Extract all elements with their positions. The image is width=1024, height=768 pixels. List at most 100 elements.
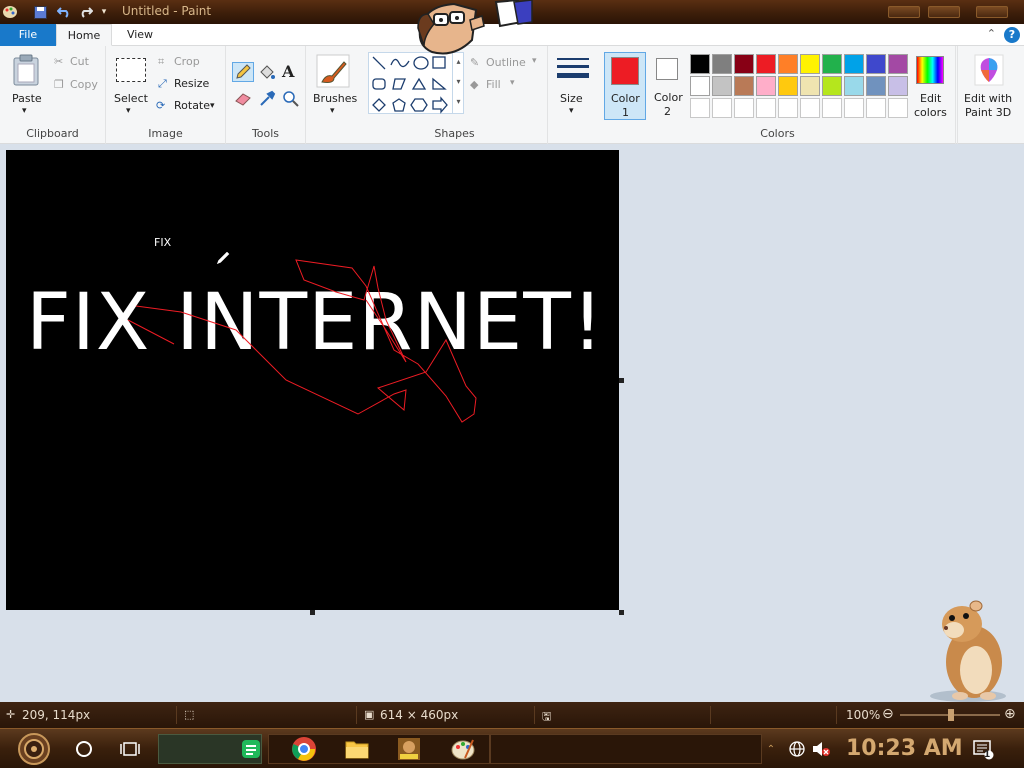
resize-button[interactable]: Resize (174, 77, 209, 90)
paint-app-icon[interactable] (2, 3, 18, 21)
palette-swatch[interactable] (712, 54, 732, 74)
palette-swatch[interactable] (888, 54, 908, 74)
palette-swatch[interactable] (734, 76, 754, 96)
volume-muted-icon[interactable] (810, 733, 832, 765)
maximize-button[interactable] (928, 6, 960, 18)
taskbar-app-paint[interactable] (448, 733, 478, 765)
select-button[interactable]: Select (114, 92, 148, 105)
brushes-button[interactable]: Brushes (313, 92, 357, 105)
color-picker-icon[interactable] (258, 90, 276, 108)
shapes-gallery[interactable] (368, 52, 464, 114)
paint3d-icon[interactable] (974, 54, 1004, 86)
palette-swatch[interactable] (800, 54, 820, 74)
taskbar-app-bonzi[interactable] (394, 733, 424, 765)
palette-swatch[interactable] (888, 76, 908, 96)
rotate-button[interactable]: Rotate (174, 99, 210, 112)
save-icon[interactable] (32, 3, 48, 21)
redo-icon[interactable] (78, 3, 94, 21)
task-view-button[interactable] (116, 733, 144, 765)
brushes-dropdown-icon[interactable]: ▾ (330, 106, 335, 116)
tab-file[interactable]: File (0, 24, 56, 46)
search-button[interactable] (70, 733, 98, 765)
zoom-out-icon[interactable]: ⊖ (882, 706, 894, 722)
palette-custom-slot[interactable] (866, 98, 886, 118)
pencil-tool[interactable] (232, 62, 254, 82)
brushes-icon[interactable] (316, 54, 350, 88)
zoom-in-icon[interactable]: ⊕ (1004, 706, 1016, 722)
magnifier-icon[interactable] (282, 90, 300, 108)
palette-custom-slot[interactable] (888, 98, 908, 118)
color1-selector[interactable]: Color 1 (604, 52, 646, 120)
text-tool-icon[interactable]: A (282, 62, 294, 81)
paste-icon[interactable] (12, 54, 40, 86)
palette-custom-slot[interactable] (844, 98, 864, 118)
palette-swatch[interactable] (844, 54, 864, 74)
palette-swatch[interactable] (866, 76, 886, 96)
taskbar-clock[interactable]: 10:23 AM (846, 736, 963, 761)
minimize-button[interactable] (888, 6, 920, 18)
paint3d-line1[interactable]: Edit with (964, 92, 1012, 105)
palette-swatch[interactable] (690, 54, 710, 74)
taskbar-app-sheets[interactable] (236, 733, 266, 765)
palette-swatch[interactable] (778, 54, 798, 74)
palette-swatch[interactable] (822, 54, 842, 74)
taskbar-app-chrome[interactable] (288, 733, 320, 765)
customize-quick-access-icon[interactable]: ▾ (98, 3, 110, 21)
resize-handle-corner[interactable] (619, 610, 624, 615)
crop-button[interactable]: Crop (174, 55, 200, 68)
collapse-ribbon-icon[interactable]: ⌃ (987, 27, 996, 40)
start-button[interactable] (12, 733, 56, 765)
resize-handle-right[interactable] (619, 378, 624, 383)
fill-bucket-icon[interactable] (258, 64, 276, 82)
tab-view[interactable]: View (112, 24, 168, 46)
shapes-scroll[interactable]: ▴ ▾ ▾ (452, 52, 464, 114)
paste-button[interactable]: Paste (12, 92, 42, 105)
palette-custom-slot[interactable] (800, 98, 820, 118)
rotate-dropdown-icon[interactable]: ▾ (210, 101, 215, 111)
palette-custom-slot[interactable] (734, 98, 754, 118)
palette-custom-slot[interactable] (778, 98, 798, 118)
color2-selector[interactable]: Color 2 (648, 52, 690, 120)
cut-button[interactable]: Cut (70, 55, 89, 68)
taskbar-app-file-explorer[interactable] (342, 733, 372, 765)
select-dropdown-icon[interactable]: ▾ (126, 106, 131, 116)
size-icon[interactable] (556, 56, 590, 86)
network-icon[interactable] (786, 733, 808, 765)
eraser-icon[interactable] (234, 92, 252, 106)
resize-handle-bottom[interactable] (310, 610, 315, 615)
palette-swatch[interactable] (712, 76, 732, 96)
zoom-slider-thumb[interactable] (948, 709, 954, 721)
help-icon[interactable]: ? (1004, 27, 1020, 43)
fill-button[interactable]: Fill (486, 78, 501, 91)
palette-swatch[interactable] (778, 76, 798, 96)
status-separator (356, 706, 357, 724)
palette-swatch[interactable] (844, 76, 864, 96)
size-button[interactable]: Size (560, 92, 583, 105)
action-center-button[interactable]: 1 (970, 733, 996, 765)
select-icon[interactable] (116, 58, 146, 82)
palette-custom-slot[interactable] (756, 98, 776, 118)
palette-swatch[interactable] (866, 54, 886, 74)
palette-swatch[interactable] (800, 76, 820, 96)
undo-icon[interactable] (56, 3, 72, 21)
palette-custom-slot[interactable] (822, 98, 842, 118)
fill-dropdown-icon[interactable]: ▾ (510, 78, 515, 88)
palette-swatch[interactable] (734, 54, 754, 74)
copy-button[interactable]: Copy (70, 78, 98, 91)
paint3d-line2[interactable]: Paint 3D (965, 106, 1011, 119)
edit-colors-line1[interactable]: Edit (920, 92, 941, 105)
size-dropdown-icon[interactable]: ▾ (569, 106, 574, 116)
show-hidden-icons[interactable]: ⌃ (764, 733, 778, 765)
edit-colors-line2[interactable]: colors (914, 106, 947, 119)
edit-colors-icon[interactable] (916, 56, 944, 84)
palette-swatch[interactable] (756, 54, 776, 74)
paste-dropdown-icon[interactable]: ▾ (22, 106, 27, 116)
palette-custom-slot[interactable] (712, 98, 732, 118)
palette-custom-slot[interactable] (690, 98, 710, 118)
close-button[interactable] (976, 6, 1008, 18)
palette-swatch[interactable] (756, 76, 776, 96)
palette-swatch[interactable] (690, 76, 710, 96)
drawing-canvas[interactable]: FIX FIX INTERNET! (6, 150, 619, 610)
palette-swatch[interactable] (822, 76, 842, 96)
tab-home[interactable]: Home (56, 24, 112, 46)
